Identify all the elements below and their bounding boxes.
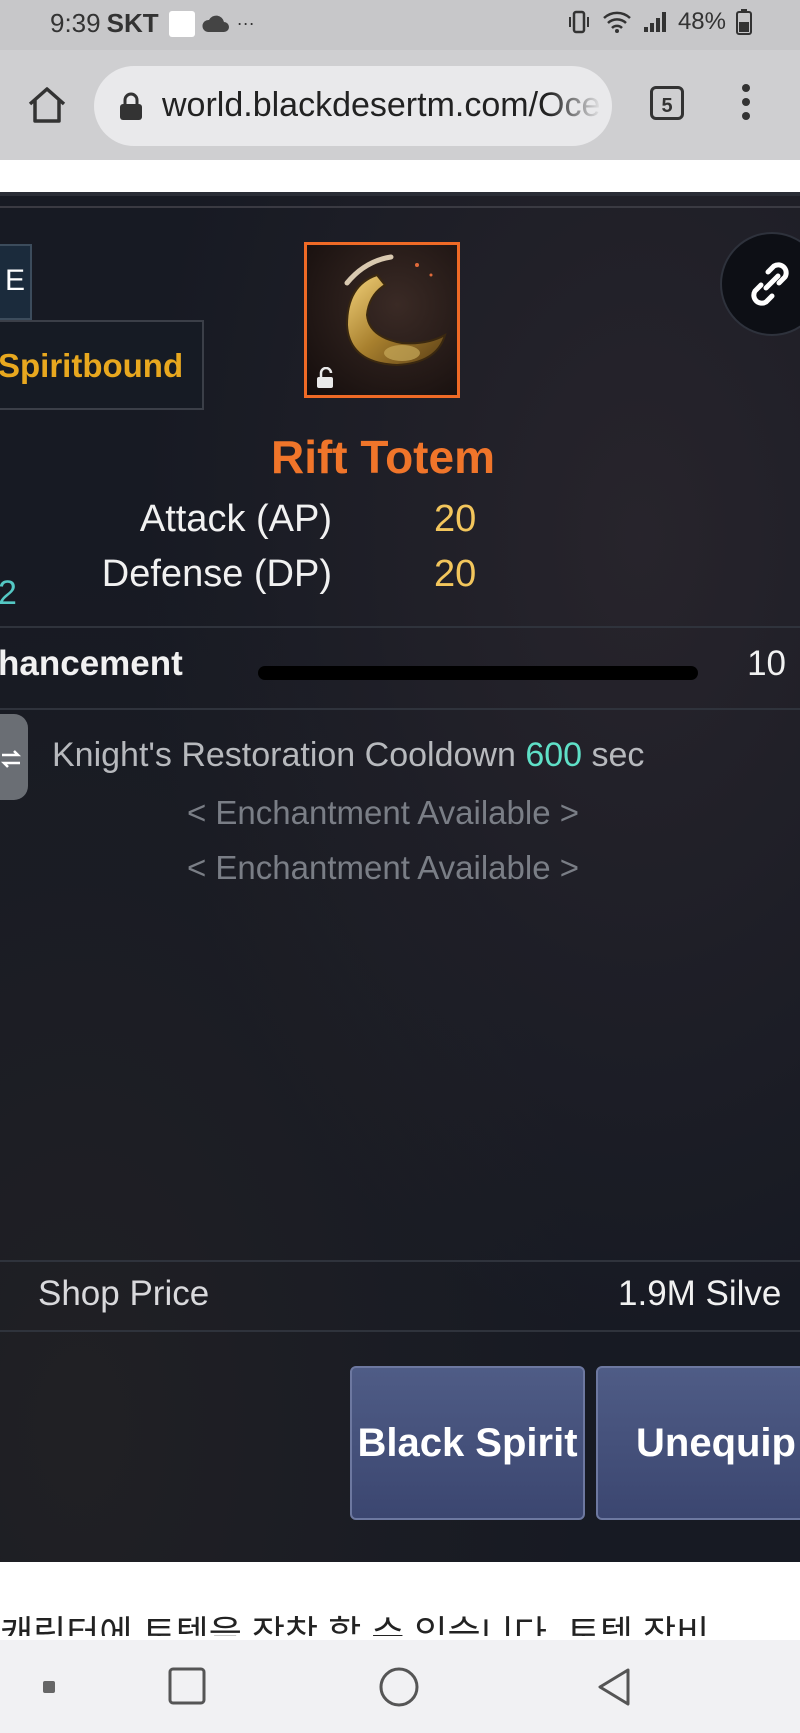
url-text[interactable]: world.blackdesertm.com/Oce bbox=[162, 86, 602, 125]
stat-value: 20 bbox=[434, 498, 477, 540]
share-link-button[interactable] bbox=[720, 232, 800, 336]
navigation-bar bbox=[0, 1640, 800, 1733]
swap-icon bbox=[0, 750, 22, 769]
item-name: Rift Totem bbox=[270, 431, 495, 483]
home-nav-icon[interactable] bbox=[378, 1666, 420, 1708]
status-bar: 9:39 SKT ··· 48% bbox=[0, 0, 800, 50]
vibrate-icon bbox=[568, 10, 589, 34]
shop-price-label: Shop Price bbox=[38, 1274, 210, 1313]
link-icon bbox=[751, 262, 789, 306]
signal-icon bbox=[643, 12, 666, 32]
stat-label: Attack (AP) bbox=[139, 498, 332, 540]
enhancement-value: 10 bbox=[747, 644, 786, 683]
item-detail-panel: E Spiritbound Rift Totem Attack (AP) 20 … bbox=[0, 192, 800, 1562]
stat-row-attack: Attack (AP) 20 bbox=[0, 498, 800, 548]
home-icon[interactable] bbox=[26, 84, 68, 126]
status-more: ··· bbox=[236, 13, 255, 33]
tab-count-button[interactable]: 5 bbox=[650, 86, 684, 120]
item-image bbox=[304, 242, 460, 398]
enhancement-label: hancement bbox=[0, 644, 183, 683]
page-description: 캐릭터에 토템을 장착 할 수 있습니다. 토템 장비 bbox=[0, 1613, 710, 1636]
panel-divider bbox=[0, 206, 800, 208]
side-value: 2 bbox=[0, 574, 17, 613]
enchant-slot: < Enchantment Available > bbox=[186, 794, 579, 831]
wifi-icon bbox=[603, 11, 631, 33]
recent-apps-icon[interactable] bbox=[167, 1666, 207, 1706]
enchant-slot: < Enchantment Available > bbox=[186, 849, 579, 886]
divider bbox=[0, 1330, 800, 1332]
stat-row-defense: Defense (DP) 20 bbox=[0, 553, 800, 603]
effect-unit: sec bbox=[591, 736, 645, 774]
grade-tab[interactable]: E bbox=[0, 244, 32, 320]
bound-status-tag: Spiritbound bbox=[0, 320, 204, 410]
unlock-icon bbox=[317, 367, 333, 388]
cloud-icon bbox=[202, 15, 229, 32]
effect-text: Knight's Restoration Cooldown bbox=[52, 736, 516, 774]
battery-icon bbox=[736, 9, 752, 35]
status-right: 48% bbox=[566, 8, 752, 36]
black-spirit-button[interactable]: Black Spirit bbox=[350, 1366, 585, 1520]
stat-value: 20 bbox=[434, 553, 477, 595]
status-left: 9:39 SKT ··· bbox=[50, 8, 255, 39]
notification-icon bbox=[168, 10, 195, 37]
effect-value: 600 bbox=[525, 736, 583, 774]
browser-toolbar: world.blackdesertm.com/Oce 5 bbox=[0, 50, 800, 160]
lock-icon bbox=[120, 92, 142, 120]
stat-label: Defense (DP) bbox=[101, 553, 332, 595]
enhancement-bar bbox=[258, 666, 698, 680]
divider bbox=[0, 626, 800, 628]
divider bbox=[0, 1260, 800, 1262]
swap-button[interactable] bbox=[0, 714, 28, 800]
address-bar[interactable]: world.blackdesertm.com/Oce bbox=[94, 66, 612, 146]
overflow-menu-icon[interactable] bbox=[736, 84, 756, 128]
divider bbox=[0, 708, 800, 710]
dot-icon bbox=[43, 1681, 55, 1693]
status-carrier: SKT bbox=[106, 8, 159, 38]
back-icon[interactable] bbox=[594, 1666, 634, 1708]
unequip-button[interactable]: Unequip bbox=[596, 1366, 800, 1520]
battery-percent: 48% bbox=[677, 8, 726, 35]
status-time: 9:39 bbox=[50, 8, 101, 38]
item-effect: Knight's Restoration Cooldown 600 sec bbox=[52, 736, 644, 775]
shop-price-value: 1.9M Silve bbox=[618, 1274, 782, 1313]
